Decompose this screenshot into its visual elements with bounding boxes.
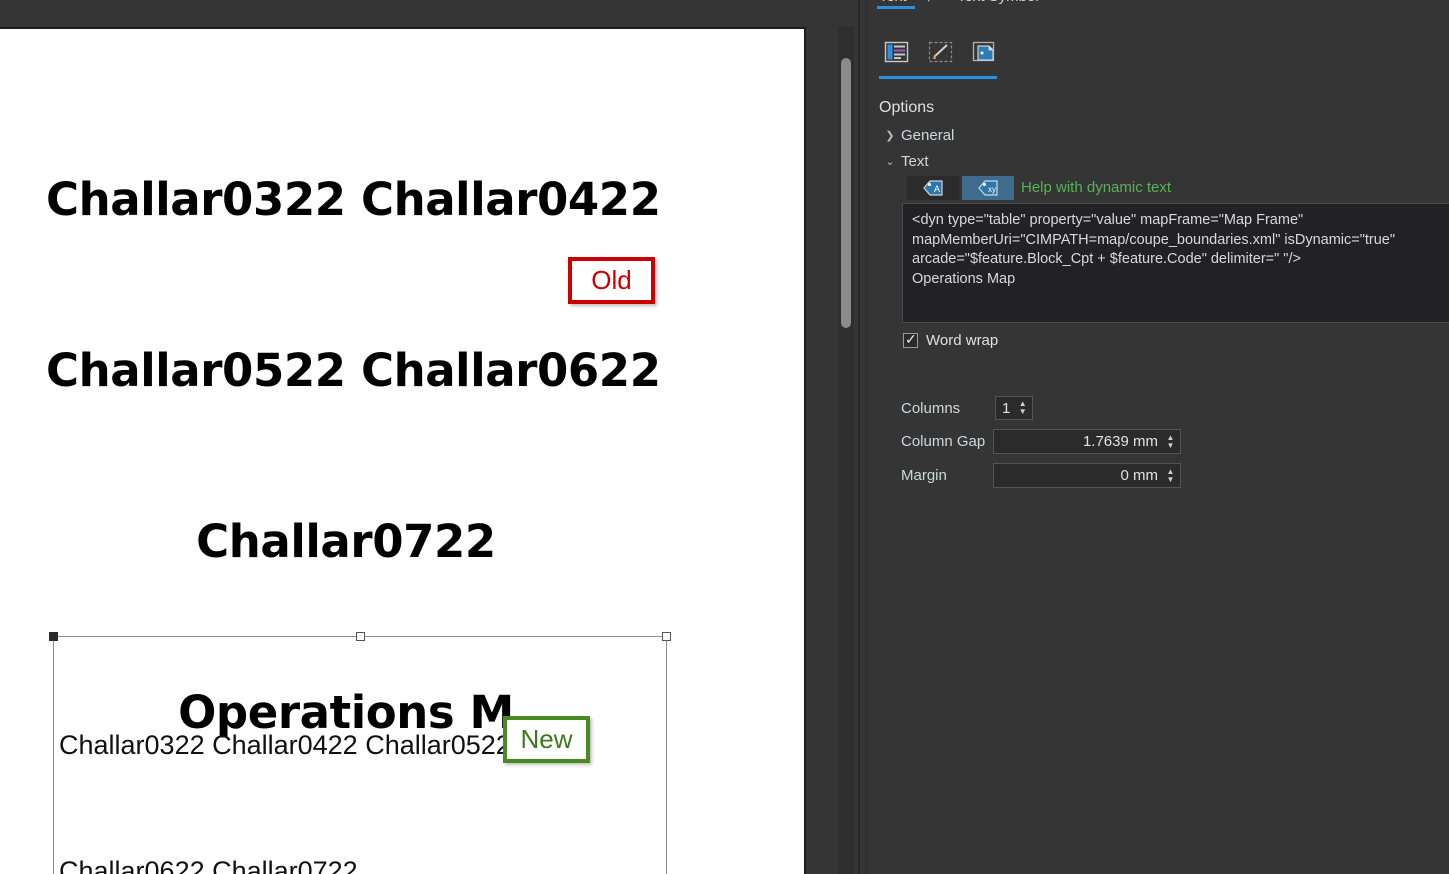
columns-stepper[interactable]: 1 ▲ ▼ (995, 396, 1033, 420)
canvas-scrollbar-thumb[interactable] (841, 58, 851, 328)
dynamic-field-tag-icon[interactable]: xy (962, 176, 1014, 200)
selection-handle-top-center[interactable] (356, 632, 365, 641)
section-text-label: Text (901, 152, 929, 170)
callout-old-text: Old (591, 265, 632, 295)
properties-icon[interactable] (879, 36, 915, 70)
tool-active-underline (879, 76, 997, 79)
columns-label: Columns (901, 400, 961, 417)
old-text-line: Challar0722 (196, 515, 496, 568)
word-wrap-row[interactable]: Word wrap (903, 331, 999, 349)
help-with-dynamic-text-link[interactable]: Help with dynamic text (1021, 179, 1171, 196)
chevron-right-icon[interactable]: ❯ (879, 129, 901, 142)
callout-new-text: New (520, 724, 573, 754)
margin-value[interactable]: 0 mm (994, 467, 1164, 484)
callout-old-label: Old (568, 257, 655, 304)
section-general-label: General (901, 126, 955, 144)
margin-label: Margin (901, 467, 947, 484)
dynamic-text-code-input[interactable]: <dyn type="table" property="value" mapFr… (902, 203, 1449, 323)
word-wrap-checkbox[interactable] (903, 331, 918, 348)
column-gap-stepper[interactable]: 1.7639 mm ▲ ▼ (993, 429, 1181, 454)
column-gap-value[interactable]: 1.7639 mm (994, 433, 1164, 450)
canvas-vertical-scrollbar[interactable] (838, 27, 854, 874)
pane-splitter[interactable] (858, 0, 860, 874)
layout-page[interactable]: Challar0322 Challar0422 Challar0522 Chal… (0, 27, 806, 874)
options-heading: Options (879, 99, 935, 116)
section-text[interactable]: ⌄ Text (879, 150, 929, 172)
selection-handle-top-right[interactable] (662, 632, 671, 641)
margin-stepper[interactable]: 0 mm ▲ ▼ (993, 463, 1181, 488)
layout-canvas-area[interactable]: Challar0322 Challar0422 Challar0522 Chal… (0, 0, 854, 874)
old-text-line: Challar0522 Challar0622 (46, 344, 661, 397)
section-general[interactable]: ❯ General (879, 124, 954, 146)
chevron-down-icon[interactable]: ▾ (925, 0, 933, 6)
columns-spinner-arrows[interactable]: ▲ ▼ (1016, 400, 1032, 416)
column-gap-label: Column Gap (901, 433, 986, 450)
chevron-down-icon[interactable]: ⌄ (879, 155, 901, 168)
dynamic-text-tag-icon[interactable]: A (907, 176, 959, 200)
tab-text-symbol[interactable]: Text Symbol (957, 0, 1039, 5)
margin-spinner-arrows[interactable]: ▲ ▼ (1164, 467, 1180, 484)
new-text-line: Challar0622 Challar0722 (59, 856, 358, 874)
pane-tool-row (879, 36, 1439, 79)
tab-active-underline (877, 6, 915, 9)
symbology-brush-icon[interactable] (923, 36, 959, 70)
layout-page-icon[interactable] (967, 36, 1003, 70)
pane-tab-strip: Text ▾ Text Symbol (867, 0, 1449, 14)
column-gap-spinner-arrows[interactable]: ▲ ▼ (1164, 433, 1180, 450)
old-text-line: Challar0322 Challar0422 (46, 173, 661, 226)
svg-text:xy: xy (988, 185, 996, 194)
svg-text:A: A (934, 184, 940, 194)
columns-value[interactable]: 1 (996, 400, 1016, 417)
callout-new-label: New (503, 716, 590, 763)
selection-handle-top-left[interactable] (49, 632, 58, 641)
word-wrap-label: Word wrap (926, 332, 999, 349)
application-window: Challar0322 Challar0422 Challar0522 Chal… (0, 0, 1449, 874)
tab-text[interactable]: Text (879, 0, 907, 5)
